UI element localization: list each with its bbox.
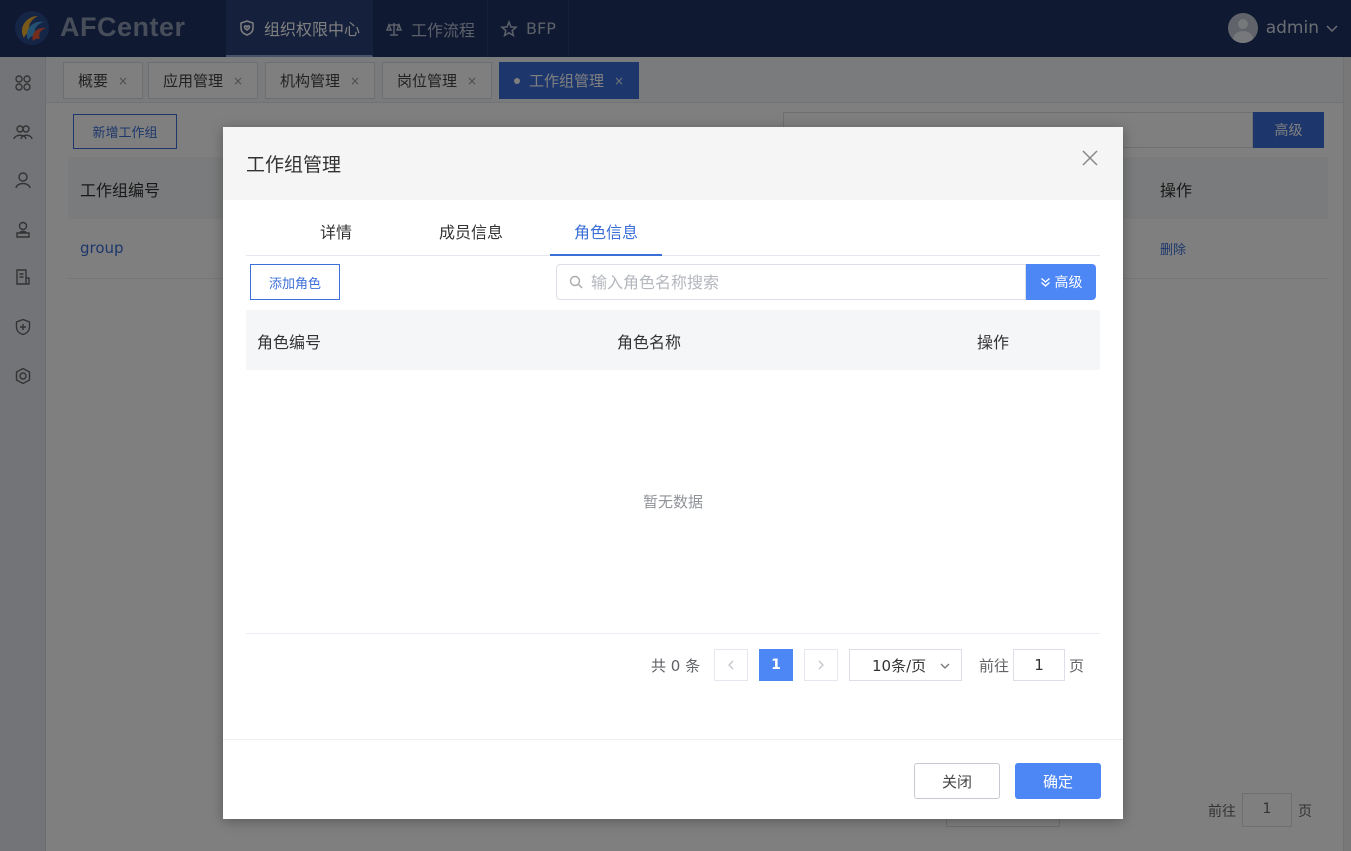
empty-table-message: 暂无数据 [246,370,1100,634]
role-search-input[interactable] [591,272,1011,292]
workgroup-dialog: 工作组管理 详情 成员信息 角色信息 添加角色 高级 角色编号 角色名称 操作 … [223,127,1123,819]
total-count: 共 0 条 [651,657,701,675]
prev-page-button[interactable] [714,649,748,681]
tab-details[interactable]: 详情 [280,215,392,256]
roles-table-header: 角色编号 角色名称 操作 [246,310,1100,370]
confirm-button[interactable]: 确定 [1015,763,1101,799]
next-page-button[interactable] [804,649,838,681]
column-header: 操作 [977,333,1010,352]
column-header: 角色编号 [257,333,322,352]
column-header: 角色名称 [617,333,682,352]
page-size-select[interactable]: 10条/页 [849,649,962,681]
close-button[interactable]: 关闭 [914,763,1000,799]
double-chevron-down-icon [1040,277,1051,288]
page-number-current[interactable]: 1 [759,649,793,681]
tab-members[interactable]: 成员信息 [415,215,527,256]
role-search-field[interactable] [556,264,1026,300]
close-icon[interactable] [1081,149,1099,167]
goto-page-input[interactable] [1013,649,1065,681]
advanced-search-button[interactable]: 高级 [1026,264,1096,300]
tab-roles[interactable]: 角色信息 [550,215,662,256]
chevron-right-icon [818,660,824,670]
advanced-label: 高级 [1054,275,1083,291]
empty-text: 暂无数据 [642,493,703,511]
dialog-tabs: 详情 成员信息 角色信息 [246,215,1100,256]
goto-label: 前往 [979,657,1010,675]
search-icon [569,275,583,289]
page-suffix: 页 [1069,657,1085,675]
dialog-pagination: 共 0 条 1 10条/页 前往 页 [223,648,1123,682]
dialog-header: 工作组管理 [223,127,1123,200]
chevron-left-icon [728,660,734,670]
add-role-button[interactable]: 添加角色 [250,264,340,300]
page-size-value: 10条/页 [872,656,927,675]
dialog-footer: 关闭 确定 [223,739,1123,819]
chevron-down-icon [940,663,950,669]
dialog-title: 工作组管理 [246,154,342,176]
